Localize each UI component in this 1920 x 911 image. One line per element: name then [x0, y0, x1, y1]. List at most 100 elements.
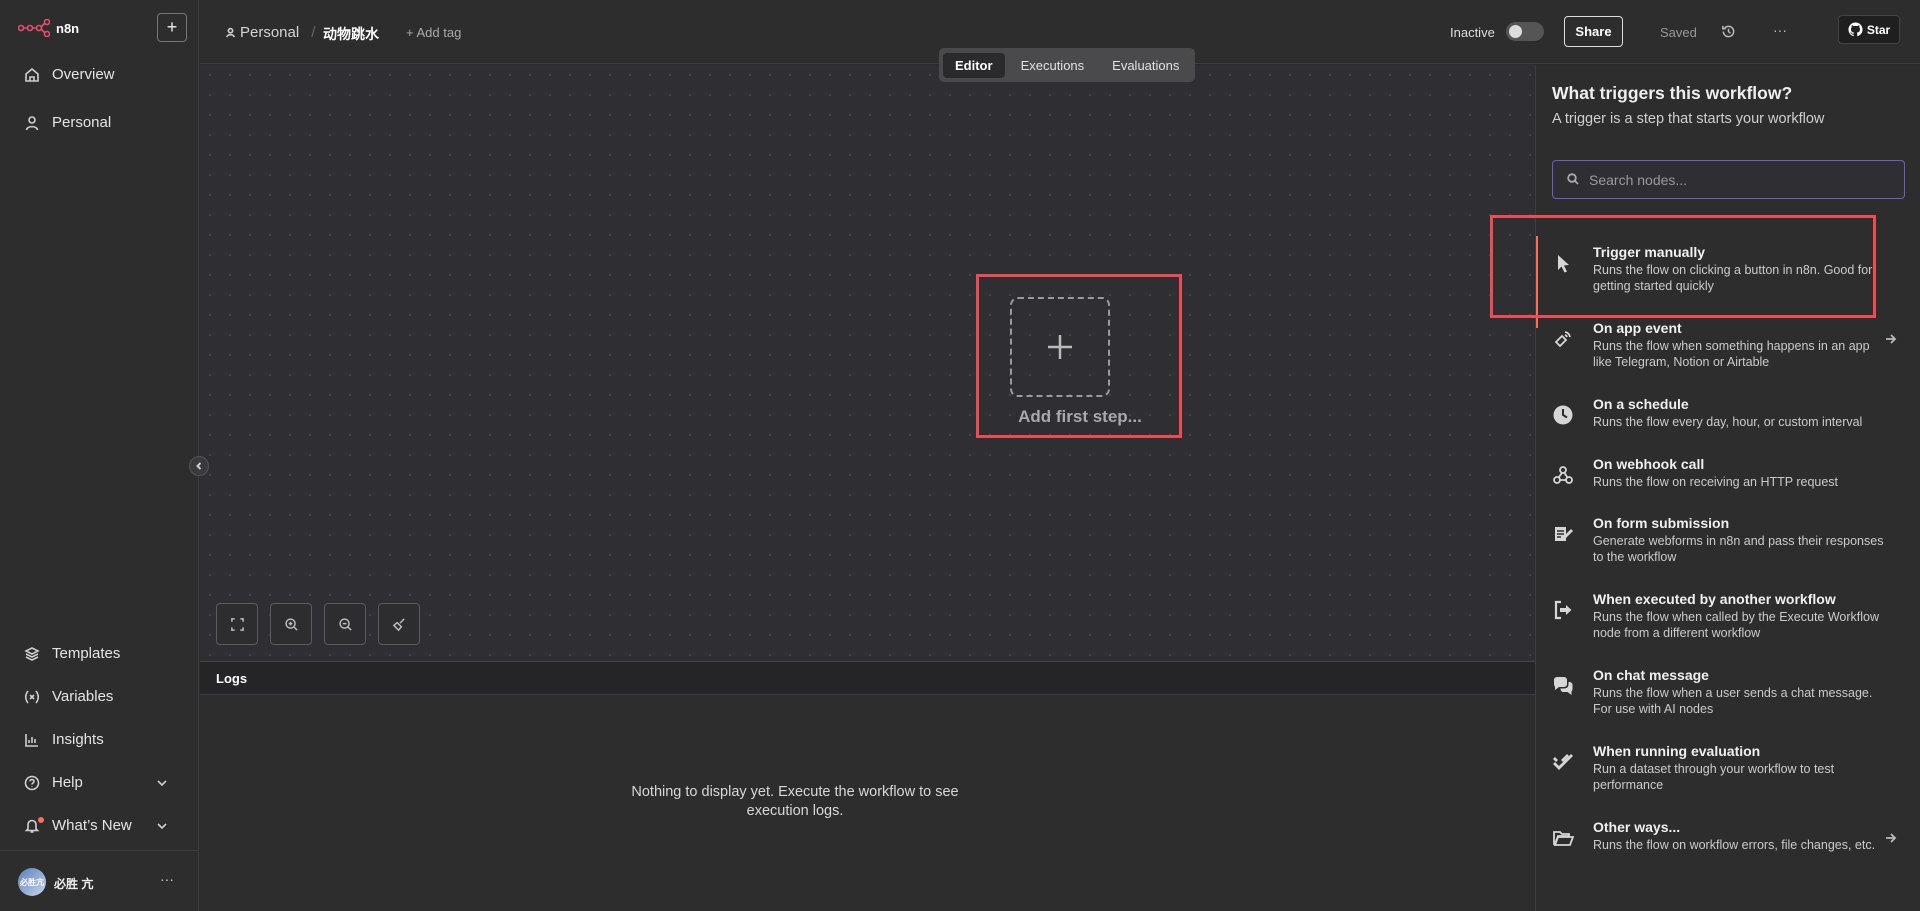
form-icon — [1552, 523, 1576, 547]
saved-status: Saved — [1660, 25, 1697, 40]
user-icon — [25, 115, 39, 130]
item-title: When executed by another workflow — [1593, 591, 1836, 607]
clock-icon — [1552, 404, 1576, 428]
sidebar-item-label: Insights — [52, 731, 104, 748]
share-button[interactable]: Share — [1564, 16, 1623, 47]
item-title: On app event — [1593, 320, 1682, 336]
fit-view-button[interactable] — [216, 603, 258, 645]
trigger-panel: What triggers this workflow? A trigger i… — [1535, 65, 1920, 911]
panel-subtitle: A trigger is a step that starts your wor… — [1552, 111, 1825, 127]
notification-dot — [38, 817, 44, 823]
item-description: Runs the flow when called by the Execute… — [1593, 610, 1880, 640]
sidebar-item-overview[interactable]: Overview — [24, 66, 115, 83]
status-label: Inactive — [1450, 25, 1495, 40]
collapse-sidebar-button[interactable] — [189, 456, 209, 476]
item-title: On form submission — [1593, 515, 1730, 531]
broom-icon — [392, 617, 405, 631]
sidebar-item-label: Variables — [52, 688, 114, 705]
tidy-up-button[interactable] — [378, 603, 420, 645]
item-description: Runs the flow on workflow errors, file c… — [1593, 838, 1876, 852]
logs-title: Logs — [216, 671, 248, 686]
tab-executions[interactable]: Executions — [1009, 53, 1097, 78]
n8n-logo[interactable]: n8n — [18, 19, 79, 37]
new-workflow-button[interactable]: + — [157, 13, 187, 42]
chart-bar-icon — [25, 733, 38, 747]
arrow-right-icon — [1885, 332, 1897, 350]
zoom-out-button[interactable] — [324, 603, 366, 645]
chevron-down-icon — [157, 822, 167, 829]
sidebar-item-whats-new[interactable]: What’s New — [24, 817, 167, 834]
plus-icon: + — [166, 17, 178, 37]
avatar: 必胜亢 — [18, 868, 46, 896]
layers-icon — [24, 646, 40, 661]
search-icon — [1567, 173, 1579, 185]
item-description: Run a dataset through your workflow to t… — [1593, 762, 1835, 792]
panel-title: What triggers this workflow? — [1552, 83, 1793, 103]
item-title: When running evaluation — [1593, 743, 1761, 759]
workflow-canvas[interactable] — [200, 65, 1535, 661]
github-star-button[interactable]: Star — [1838, 15, 1900, 44]
chevron-left-icon — [196, 462, 202, 470]
user-more-button[interactable]: ··· — [160, 871, 174, 887]
sidebar-item-personal[interactable]: Personal — [24, 114, 111, 131]
sidebar-item-label: Help — [52, 774, 83, 791]
sidebar-item-variables[interactable]: Variables — [24, 688, 113, 705]
more-options-button[interactable]: ··· — [1773, 22, 1787, 38]
logs-empty-message: Nothing to display yet. Execute the work… — [631, 784, 959, 819]
active-toggle[interactable] — [1506, 22, 1544, 41]
item-title: On a schedule — [1593, 396, 1689, 412]
item-title: On webhook call — [1593, 456, 1705, 472]
arrow-right-icon — [1885, 831, 1897, 849]
user-icon — [226, 27, 235, 38]
github-icon — [1848, 22, 1863, 37]
zoom-out-icon — [338, 617, 352, 631]
chat-icon — [1552, 675, 1576, 699]
item-description: Runs the flow when something happens in … — [1593, 339, 1870, 369]
user-name: 必胜 亢 — [54, 877, 94, 891]
search-field — [1552, 160, 1905, 199]
help-circle-icon — [24, 775, 40, 790]
breadcrumb-separator: / — [311, 24, 316, 41]
sidebar-item-help[interactable]: Help — [24, 774, 167, 791]
zoom-in-button[interactable] — [270, 603, 312, 645]
logo-text: n8n — [56, 20, 80, 36]
item-description: Runs the flow on receiving an HTTP reque… — [1593, 475, 1839, 489]
sidebar-item-label: What’s New — [52, 817, 132, 834]
tab-editor[interactable]: Editor — [943, 52, 1005, 78]
folder-open-icon — [1552, 827, 1576, 851]
item-title: On chat message — [1593, 667, 1709, 683]
logs-panel: Nothing to display yet. Execute the work… — [200, 695, 1535, 911]
n8n-logo-icon — [18, 19, 50, 37]
logs-header[interactable]: Logs — [200, 661, 1535, 695]
webhook-icon — [1552, 464, 1576, 488]
chevron-down-icon — [157, 779, 167, 786]
item-description: Runs the flow when a user sends a chat m… — [1593, 686, 1873, 716]
item-description: Runs the flow every day, hour, or custom… — [1593, 415, 1863, 429]
search-input[interactable] — [1589, 169, 1889, 191]
satellite-icon — [1552, 328, 1576, 352]
sidebar-item-label: Personal — [52, 114, 112, 131]
sidebar-item-templates[interactable]: Templates — [24, 645, 120, 662]
history-button[interactable] — [1721, 24, 1736, 44]
sign-in-icon — [1552, 599, 1576, 623]
breadcrumb-project-label: Personal — [240, 24, 300, 41]
home-icon — [25, 67, 39, 82]
highlight-box — [1490, 215, 1876, 318]
history-icon — [1722, 25, 1735, 38]
variable-icon — [24, 690, 40, 703]
zoom-in-icon — [284, 617, 298, 631]
sidebar: n8n + Overview Personal Templates Variab… — [0, 0, 199, 911]
user-menu[interactable]: 必胜亢 必胜 亢 ··· — [0, 850, 199, 911]
expand-icon — [230, 617, 244, 631]
item-title: Other ways... — [1593, 819, 1681, 835]
breadcrumb-project[interactable]: Personal / — [225, 24, 315, 41]
sidebar-item-label: Templates — [52, 645, 121, 662]
star-label: Star — [1866, 22, 1891, 37]
workflow-name[interactable]: 动物跳水 — [323, 24, 379, 44]
highlight-box — [976, 274, 1182, 438]
view-tabs: Editor Executions Evaluations — [939, 48, 1196, 82]
sidebar-item-insights[interactable]: Insights — [24, 731, 104, 748]
tab-evaluations[interactable]: Evaluations — [1100, 53, 1191, 78]
check-double-icon — [1552, 751, 1576, 775]
add-tag-button[interactable]: + Add tag — [406, 25, 461, 40]
